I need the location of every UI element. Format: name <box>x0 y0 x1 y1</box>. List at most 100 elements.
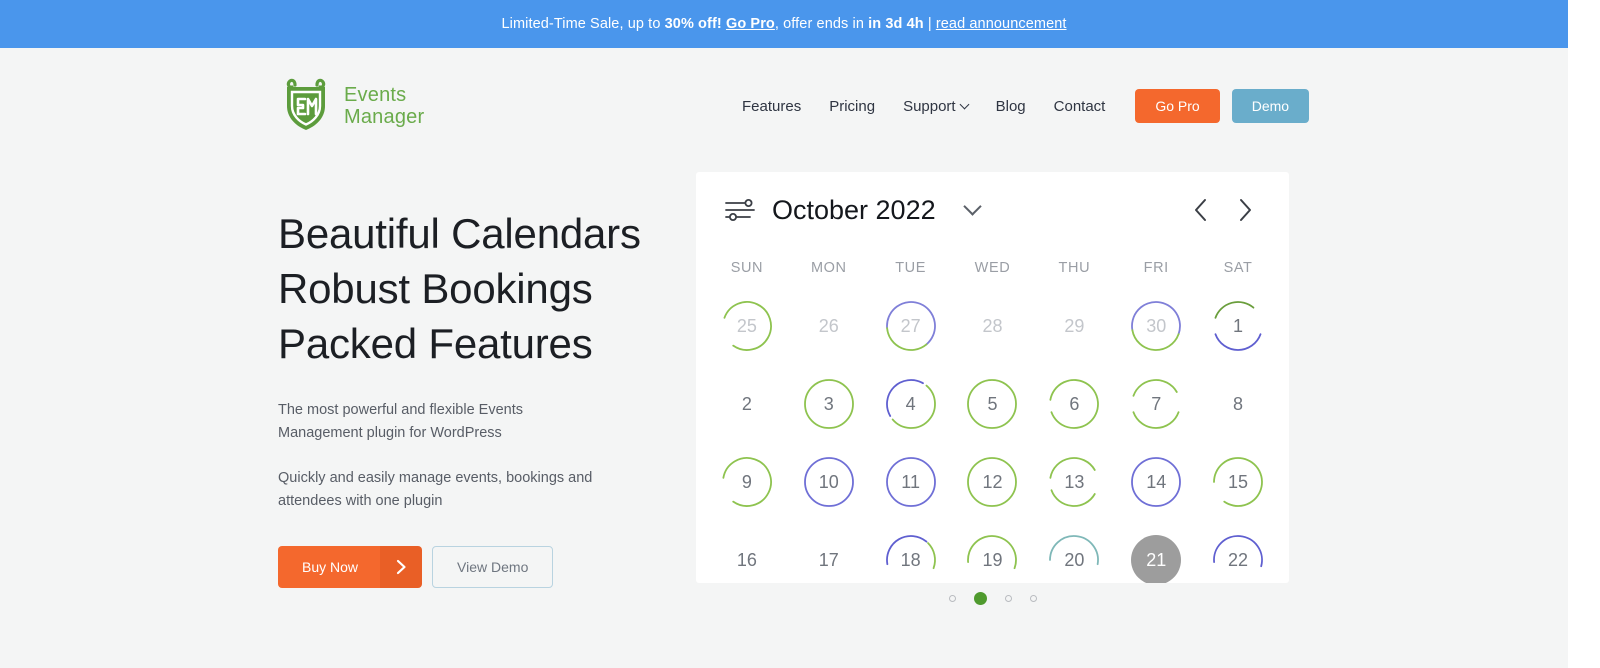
calendar-day-25[interactable]: 25 <box>706 298 788 354</box>
calendar-day-number: 18 <box>900 550 921 570</box>
announcement-read-link[interactable]: read announcement <box>936 16 1067 32</box>
hero-cta-row: Buy Now View Demo <box>278 546 678 588</box>
calendar-day-28[interactable]: 28 <box>952 298 1034 354</box>
calendar-day-6[interactable]: 6 <box>1033 376 1115 432</box>
nav-item-pricing[interactable]: Pricing <box>815 90 889 123</box>
buy-now-button[interactable]: Buy Now <box>278 546 423 588</box>
nav-label-blog: Blog <box>995 97 1026 115</box>
calendar-day-number: 12 <box>982 472 1003 492</box>
weekday-thu: THU <box>1058 260 1091 276</box>
calendar-day-number: 4 <box>905 394 916 414</box>
carousel-dot-4[interactable] <box>1029 595 1037 602</box>
calendar-day-10[interactable]: 10 <box>788 454 870 510</box>
announcement-go-pro-link[interactable]: Go Pro <box>726 16 775 32</box>
calendar-day-26[interactable]: 26 <box>788 298 870 354</box>
calendar-day-12[interactable]: 12 <box>952 454 1034 510</box>
hero-section: Beautiful Calendars Robust Bookings Pack… <box>278 206 678 588</box>
calendar-day-number: 9 <box>741 472 752 492</box>
calendar-day-5[interactable]: 5 <box>952 376 1034 432</box>
calendar-day-number: 2 <box>741 394 752 414</box>
page-viewport: Limited-Time Sale, up to 30% off! Go Pro… <box>0 0 1568 668</box>
calendar-day-number: 15 <box>1228 472 1249 492</box>
calendar-day-15[interactable]: 15 <box>1197 454 1279 510</box>
calendar-day-19[interactable]: 19 <box>952 532 1034 583</box>
calendar-day-11[interactable]: 11 <box>870 454 952 510</box>
calendar-header: October 2022 <box>696 172 1289 248</box>
scrollbar-gutter[interactable] <box>1568 0 1600 668</box>
brand-logo[interactable]: Events Manager <box>280 76 424 137</box>
calendar-day-number: 21 <box>1146 550 1167 570</box>
calendar-next-chevron-right-icon[interactable] <box>1233 196 1257 224</box>
calendar-day-16[interactable]: 16 <box>706 532 788 583</box>
nav-label-pricing: Pricing <box>829 97 876 115</box>
brand-line-2: Manager <box>344 106 425 128</box>
calendar-day-2[interactable]: 2 <box>706 376 788 432</box>
calendar-day-number: 19 <box>982 550 1003 570</box>
calendar-day-27[interactable]: 27 <box>870 298 952 354</box>
nav-item-blog[interactable]: Blog <box>982 90 1040 123</box>
calendar-day-14[interactable]: 14 <box>1115 454 1197 510</box>
calendar-day-3[interactable]: 3 <box>788 376 870 432</box>
calendar-title: October 2022 <box>772 194 936 225</box>
calendar-prev-chevron-left-icon[interactable] <box>1189 196 1213 224</box>
calendar-day-number: 27 <box>900 316 921 336</box>
calendar-dropdown-chevron-down-icon[interactable] <box>962 196 982 216</box>
calendar-day-21[interactable]: 21 <box>1115 532 1197 583</box>
announcement-discount: 30% off! <box>664 16 722 32</box>
demo-button[interactable]: Demo <box>1231 89 1310 123</box>
calendar-day-number: 7 <box>1151 394 1162 414</box>
announcement-middle: , offer ends in <box>774 16 869 32</box>
calendar-day-grid: 25 26 27 28 29 30 1 2 3 4 5 6 7 8 9 10 11 12 13 14 15 16 17 18 1… <box>696 298 1289 583</box>
brand-line-1: Events <box>344 84 407 106</box>
calendar-day-9[interactable]: 9 <box>706 454 788 510</box>
calendar-day-number: 6 <box>1069 394 1080 414</box>
chevron-right-icon <box>380 546 423 588</box>
hero-heading-line-3: Packed Features <box>278 320 593 367</box>
carousel-dots <box>696 592 1289 605</box>
weekday-sun: SUN <box>730 260 764 276</box>
calendar-day-7[interactable]: 7 <box>1115 376 1197 432</box>
calendar-day-number: 8 <box>1233 394 1244 414</box>
calendar-day-8[interactable]: 8 <box>1197 376 1279 432</box>
chevron-down-icon <box>959 99 970 109</box>
weekday-wed: WED <box>974 260 1011 276</box>
calendar-day-number: 29 <box>1064 316 1085 336</box>
calendar-day-number: 25 <box>736 316 757 336</box>
announcement-prefix: Limited-Time Sale, up to <box>501 16 665 32</box>
calendar-day-18[interactable]: 18 <box>870 532 952 583</box>
calendar-day-number: 13 <box>1064 472 1085 492</box>
calendar-day-number: 20 <box>1064 550 1085 570</box>
calendar-day-20[interactable]: 20 <box>1033 532 1115 583</box>
calendar-card: October 2022 SUN MON TUE WED THU FRI SAT… <box>696 172 1289 583</box>
brand-wordmark: Events Manager <box>344 84 424 128</box>
calendar-day-17[interactable]: 17 <box>788 532 870 583</box>
nav-item-features[interactable]: Features <box>742 90 815 123</box>
calendar-day-number: 26 <box>818 316 839 336</box>
weekday-fri: FRI <box>1143 260 1169 276</box>
carousel-dot-1[interactable] <box>948 595 956 602</box>
carousel-dot-3[interactable] <box>1004 595 1012 602</box>
calendar-day-number: 11 <box>901 472 920 492</box>
announcement-separator: | <box>923 16 936 32</box>
weekday-sat: SAT <box>1223 260 1253 276</box>
calendar-day-29[interactable]: 29 <box>1033 298 1115 354</box>
site-header: Events Manager Features Pricing Support … <box>0 48 1568 164</box>
go-pro-button[interactable]: Go Pro <box>1135 89 1220 123</box>
nav-label-support: Support <box>903 97 956 115</box>
main-nav: Features Pricing Support Blog Contact Go… <box>742 89 1310 123</box>
calendar-day-number: 14 <box>1146 472 1167 492</box>
calendar-day-1[interactable]: 1 <box>1197 298 1279 354</box>
nav-item-contact[interactable]: Contact <box>1040 90 1120 123</box>
hero-paragraph-2: Quickly and easily manage events, bookin… <box>278 470 593 509</box>
buy-now-label: Buy Now <box>278 546 381 588</box>
carousel-dot-2[interactable] <box>973 592 987 605</box>
nav-item-support[interactable]: Support <box>889 90 982 123</box>
hero-heading-line-1: Beautiful Calendars <box>278 210 641 257</box>
calendar-nav <box>1189 196 1257 224</box>
calendar-day-22[interactable]: 22 <box>1197 532 1279 583</box>
sliders-filter-icon[interactable] <box>724 195 758 225</box>
calendar-day-13[interactable]: 13 <box>1033 454 1115 510</box>
calendar-day-4[interactable]: 4 <box>870 376 952 432</box>
calendar-day-30[interactable]: 30 <box>1115 298 1197 354</box>
view-demo-button[interactable]: View Demo <box>432 546 554 588</box>
